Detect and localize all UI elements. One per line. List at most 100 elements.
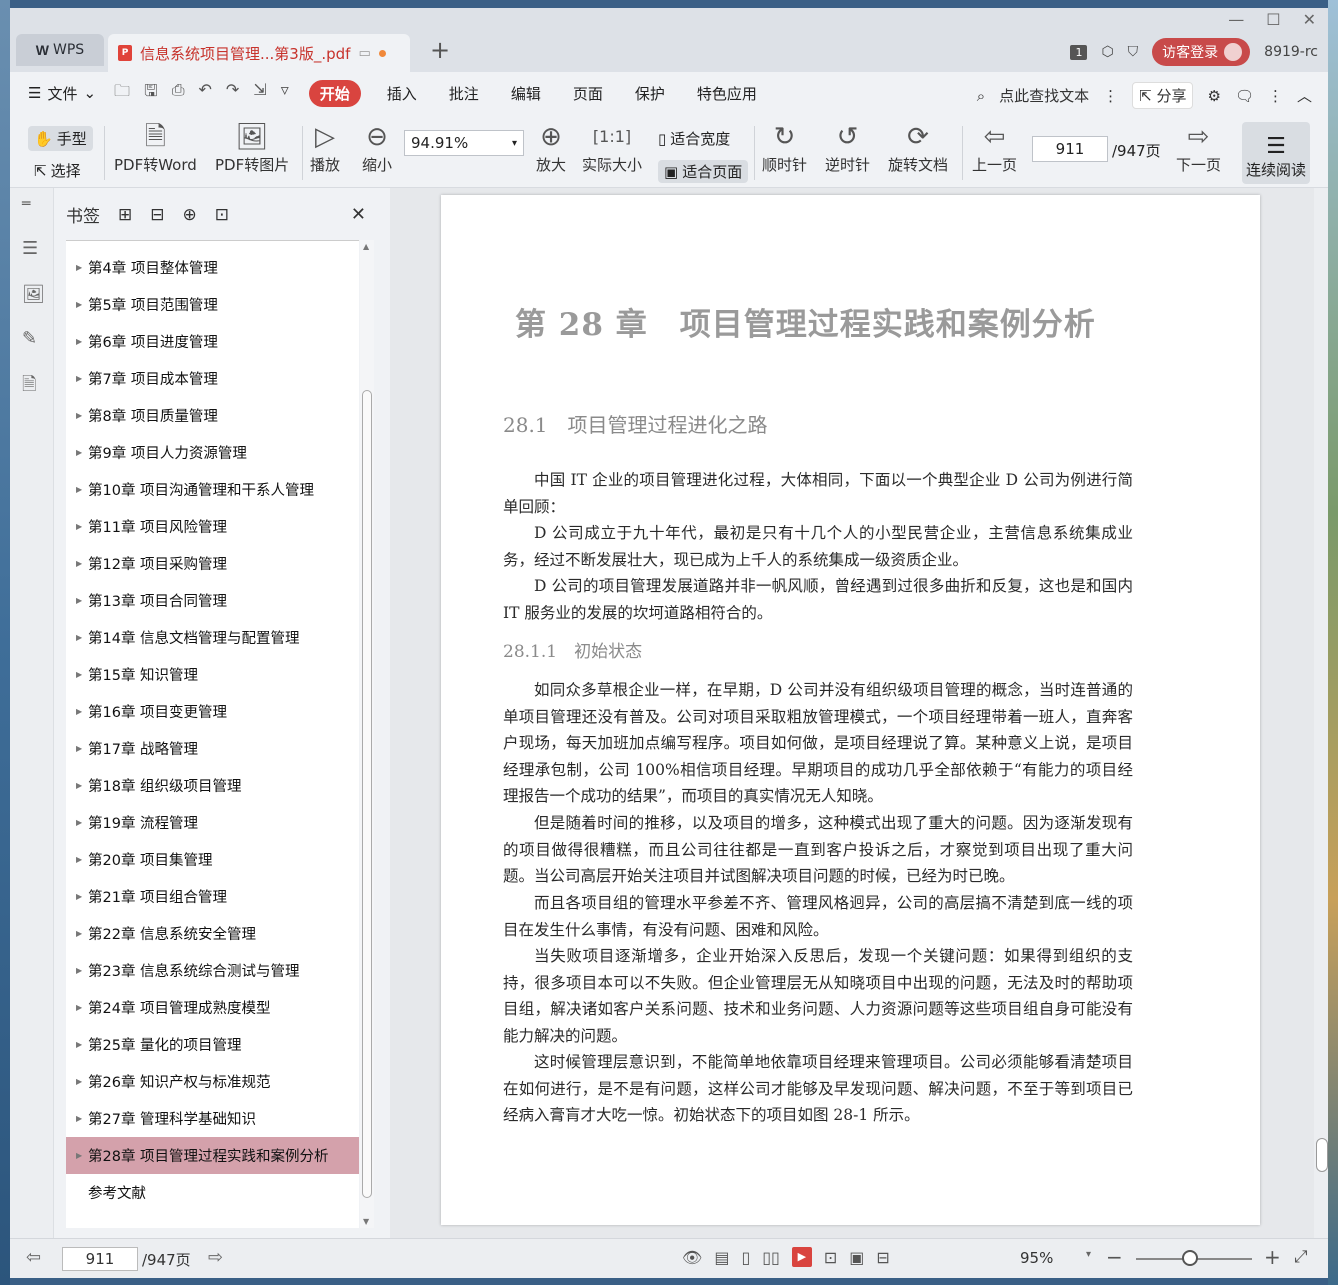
status-next-page-icon[interactable]: ⇨ [208, 1247, 223, 1268]
expand-triangle-icon[interactable]: ▶ [76, 1077, 88, 1086]
more-quick-icon[interactable]: ▿ [281, 80, 289, 107]
bookmark-item[interactable]: ▶ 第28章 项目管理过程实践和案例分析 [66, 1137, 359, 1174]
fit-page-button[interactable]: ▣ 适合页面 [658, 160, 749, 183]
new-tab-button[interactable]: + [430, 36, 450, 64]
expand-triangle-icon[interactable]: ▶ [76, 300, 88, 309]
zoom-select[interactable]: 94.91% ▾ [404, 130, 524, 156]
close-panel-icon[interactable]: ✕ [351, 204, 366, 225]
open-folder-icon[interactable]: 🗀 [114, 80, 130, 107]
expand-triangle-icon[interactable]: ▶ [76, 744, 88, 753]
bookmark-item[interactable]: ▶ 第26章 知识产权与标准规范 [66, 1063, 359, 1100]
bookmark-item[interactable]: ▶ 第13章 项目合同管理 [66, 582, 359, 619]
bookmark-item[interactable]: ▶ 第20章 项目集管理 [66, 841, 359, 878]
single-page-icon[interactable]: ▯ [741, 1248, 750, 1267]
search-icon[interactable]: ⌕ [977, 87, 985, 105]
bookmark-item[interactable]: ▶ 第25章 量化的项目管理 [66, 1026, 359, 1063]
bookmark-scroll-thumb[interactable] [362, 390, 372, 1198]
actual-size-button[interactable]: [1:1] 实际大小 [582, 120, 642, 175]
play-button[interactable]: ▷ 播放 [310, 120, 340, 175]
search-text-button[interactable]: 点此查找文本 [999, 85, 1089, 106]
expand-triangle-icon[interactable]: ▶ [76, 1114, 88, 1123]
bookmark-item[interactable]: ▶ 第19章 流程管理 [66, 804, 359, 841]
menu-tab-home[interactable]: 开始 [308, 79, 361, 107]
skin-icon[interactable]: ⬡ [1101, 44, 1113, 60]
expand-triangle-icon[interactable]: ▶ [76, 485, 88, 494]
wps-home-tab[interactable]: W WPS [16, 34, 104, 66]
rotate-clockwise-button[interactable]: ↻ 顺时针 [762, 120, 807, 175]
add-bookmark-icon[interactable]: ⊕ [183, 205, 197, 225]
menu-tab-features[interactable]: 特色应用 [697, 83, 757, 104]
bookmark-item[interactable]: ▶ 第22章 信息系统安全管理 [66, 915, 359, 952]
single-page-continuous-icon[interactable]: ▤ [714, 1248, 729, 1267]
comment-icon[interactable]: 🗨 [1235, 87, 1254, 105]
bookmark-settings-icon[interactable]: ⊡ [215, 205, 229, 225]
expand-triangle-icon[interactable]: ▶ [76, 892, 88, 901]
bookmark-item[interactable]: ▶ 第27章 管理科学基础知识 [66, 1100, 359, 1137]
collapse-all-icon[interactable]: ⊟ [150, 205, 164, 225]
bookmark-item[interactable]: ▶ 第14章 信息文档管理与配置管理 [66, 619, 359, 656]
bookmark-item[interactable]: ▶ 第6章 项目进度管理 [66, 323, 359, 360]
status-zoom-value[interactable]: 95% [1020, 1249, 1053, 1267]
prev-page-button[interactable]: ⇦ 上一页 [972, 120, 1017, 175]
fit-width-button[interactable]: ▯ 适合宽度 [658, 128, 730, 149]
bookmark-item[interactable]: ▶ 第10章 项目沟通管理和干系人管理 [66, 471, 359, 508]
bookmark-item[interactable]: ▶ 第15章 知识管理 [66, 656, 359, 693]
collapse-ribbon-icon[interactable]: ︿ [1297, 85, 1312, 106]
double-page-icon[interactable]: ▯▯ [762, 1248, 780, 1267]
zoom-out-button[interactable]: ⊖ 缩小 [362, 120, 392, 175]
guest-login-button[interactable]: 访客登录 [1152, 38, 1251, 66]
bookmark-item[interactable]: ▶ 第17章 战略管理 [66, 730, 359, 767]
menu-tab-protect[interactable]: 保护 [635, 83, 665, 104]
continuous-reading-button[interactable]: ☰ 连续阅读 [1242, 122, 1310, 184]
attachment-icon[interactable]: 🗎 [22, 372, 36, 402]
theme-shirt-icon[interactable]: ⛉ [1128, 44, 1139, 60]
undo-icon[interactable]: ↶ [199, 80, 212, 107]
maximize-icon[interactable]: ☐ [1266, 10, 1280, 29]
status-fit-page-icon[interactable]: ▣ [849, 1248, 864, 1267]
rotate-counterclockwise-button[interactable]: ↺ 逆时针 [825, 120, 870, 175]
expand-triangle-icon[interactable]: ▶ [76, 411, 88, 420]
bookmark-item[interactable]: ▶ 第4章 项目整体管理 [66, 249, 359, 286]
expand-triangle-icon[interactable]: ▶ [76, 633, 88, 642]
bookmark-item[interactable]: ▶ 第9章 项目人力资源管理 [66, 434, 359, 471]
status-page-input[interactable]: 911 [62, 1247, 138, 1271]
bookmark-item[interactable]: ▶ 第12章 项目采购管理 [66, 545, 359, 582]
monitor-icon[interactable]: ▭ [358, 46, 370, 61]
expand-triangle-icon[interactable]: ▶ [76, 1040, 88, 1049]
expand-triangle-icon[interactable]: ▶ [76, 374, 88, 383]
minimize-icon[interactable]: — [1228, 10, 1244, 29]
expand-triangle-icon[interactable]: ▶ [76, 337, 88, 346]
thumbnail-icon[interactable]: 🖼 [22, 284, 45, 305]
pdf-to-image-button[interactable]: 🖼 PDF转图片 [215, 120, 289, 175]
expand-triangle-icon[interactable]: ▶ [76, 929, 88, 938]
expand-triangle-icon[interactable]: ▶ [76, 1003, 88, 1012]
scroll-down-icon[interactable]: ▼ [363, 1217, 369, 1226]
expand-triangle-icon[interactable]: ▶ [76, 966, 88, 975]
expand-triangle-icon[interactable]: ▶ [76, 559, 88, 568]
save-icon[interactable]: 🖫 [144, 80, 158, 107]
more-options-icon[interactable]: ⋮ [1268, 87, 1283, 105]
bookmark-item[interactable]: ▶ 第24章 项目管理成熟度模型 [66, 989, 359, 1026]
expand-triangle-icon[interactable]: ▶ [76, 596, 88, 605]
expand-triangle-icon[interactable]: ▶ [76, 707, 88, 716]
zoom-in-button[interactable]: ⊕ 放大 [536, 120, 566, 175]
bookmark-scrollbar[interactable]: ▲ ▼ [360, 240, 374, 1228]
eye-protect-icon[interactable]: 👁 [682, 1248, 702, 1267]
bookmark-item[interactable]: ▶ 第16章 项目变更管理 [66, 693, 359, 730]
bookmark-item[interactable]: ▶ 第7章 项目成本管理 [66, 360, 359, 397]
status-play-icon[interactable]: ▶ [791, 1247, 812, 1267]
export-icon[interactable]: ⇲ [253, 80, 266, 107]
menu-tab-annotate[interactable]: 批注 [449, 83, 479, 104]
menu-tab-edit[interactable]: 编辑 [511, 83, 541, 104]
annotation-icon[interactable]: ✎ [22, 328, 37, 349]
bookmark-item[interactable]: ▶ 第8章 项目质量管理 [66, 397, 359, 434]
page-number-input[interactable]: 911 [1032, 136, 1108, 162]
bookmark-item[interactable]: ▶ 第23章 信息系统综合测试与管理 [66, 952, 359, 989]
expand-all-icon[interactable]: ⊞ [118, 205, 132, 225]
expand-triangle-icon[interactable]: ▶ [76, 670, 88, 679]
rotate-document-button[interactable]: ⟳ 旋转文档 [888, 120, 948, 175]
select-tool-button[interactable]: ⇱ 选择 [34, 160, 81, 181]
status-zoom-out-icon[interactable]: − [1106, 1245, 1123, 1269]
bookmark-item[interactable]: ▶ 第18章 组织级项目管理 [66, 767, 359, 804]
gear-icon[interactable]: ⚙ [1207, 87, 1220, 105]
